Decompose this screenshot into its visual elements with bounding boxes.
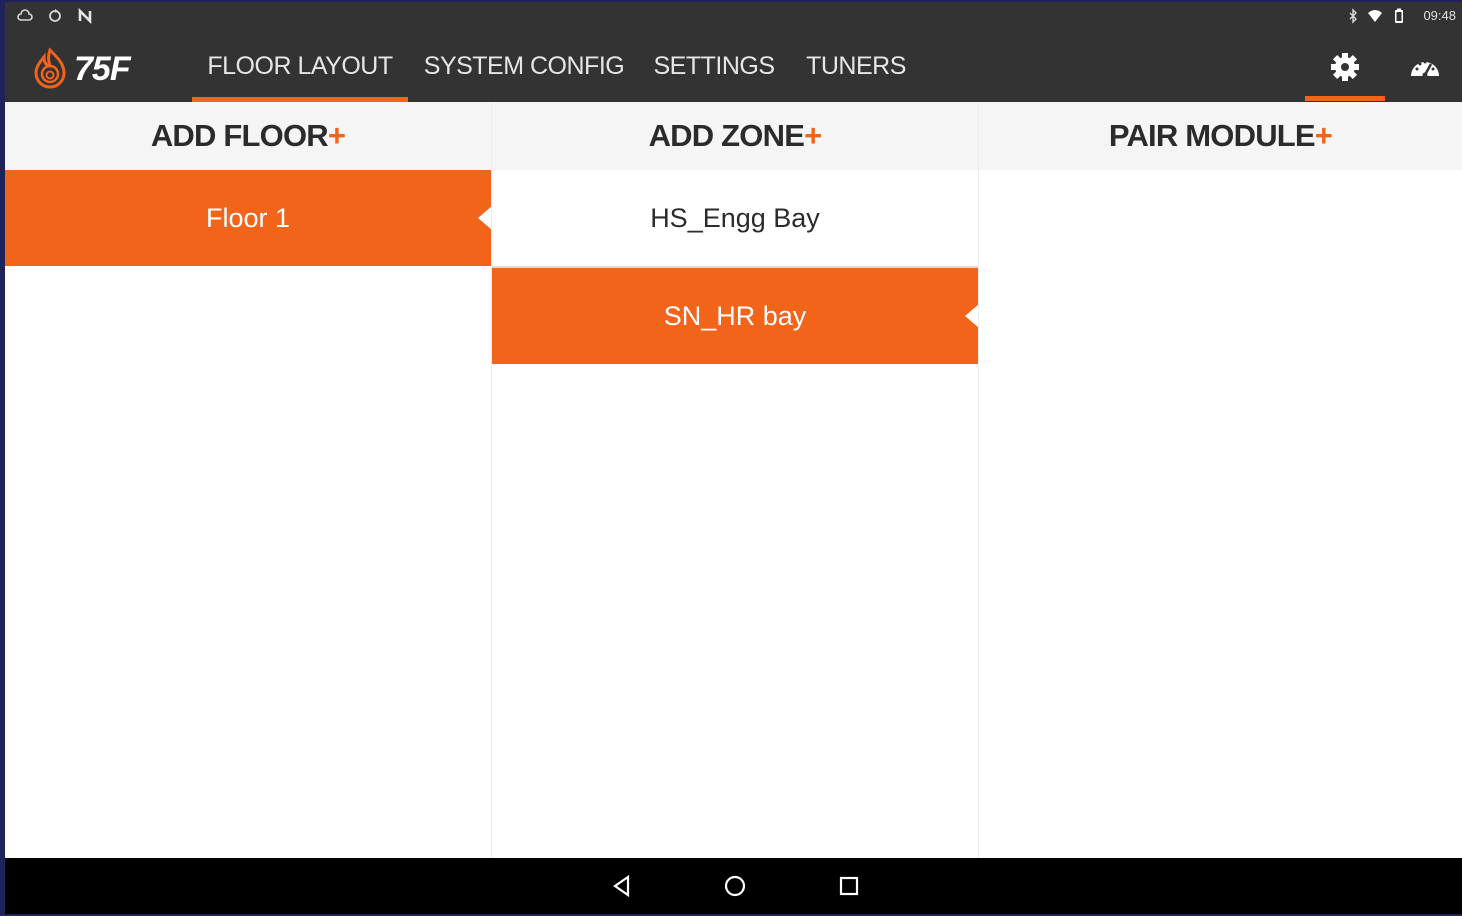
module-column: PAIR MODULE+ <box>979 102 1462 858</box>
plus-icon: + <box>804 118 822 153</box>
logo-text: 75F <box>74 50 131 88</box>
tab-tuners[interactable]: TUNERS <box>800 30 912 102</box>
settings-active-indicator <box>1305 96 1385 101</box>
status-bar: 09:48 <box>5 2 1462 30</box>
zone-column: ADD ZONE+ HS_Engg Bay SN_HR bay <box>492 102 979 858</box>
wifi-icon <box>1368 10 1382 22</box>
gear-icon[interactable] <box>1328 50 1362 84</box>
pair-module-label: PAIR MODULE <box>1108 118 1316 153</box>
zone-list-item[interactable]: HS_Engg Bay <box>492 170 978 268</box>
flame-icon <box>34 47 66 89</box>
cloud-icon <box>17 9 33 21</box>
sync-icon <box>49 9 61 22</box>
add-zone-button[interactable]: ADD ZONE+ <box>492 102 978 170</box>
add-floor-button[interactable]: ADD FLOOR+ <box>5 102 491 170</box>
back-icon[interactable] <box>608 872 636 900</box>
tab-settings[interactable]: SETTINGS <box>649 30 779 102</box>
plus-icon: + <box>1314 118 1333 153</box>
recents-icon[interactable] <box>835 872 863 900</box>
app-window: 09:48 75F FLOOR LAYOUT SYSTEM CONFIG SET… <box>5 2 1462 914</box>
status-time: 09:48 <box>1423 8 1456 23</box>
dashboard-icon[interactable] <box>1408 50 1442 84</box>
pair-module-button[interactable]: PAIR MODULE+ <box>979 102 1462 170</box>
tab-system-config[interactable]: SYSTEM CONFIG <box>419 30 629 102</box>
home-icon[interactable] <box>721 872 749 900</box>
app-logo: 75F <box>30 46 150 90</box>
battery-icon <box>1395 8 1403 23</box>
add-floor-label: ADD FLOOR <box>150 118 329 153</box>
zone-list-item[interactable]: SN_HR bay <box>492 268 979 364</box>
add-zone-label: ADD ZONE <box>648 118 805 153</box>
app-bar: 75F FLOOR LAYOUT SYSTEM CONFIG SETTINGS … <box>5 30 1462 102</box>
plus-icon: + <box>327 118 346 153</box>
floor-list-item[interactable]: Floor 1 <box>5 170 492 266</box>
floor-column: ADD FLOOR+ Floor 1 <box>5 102 492 858</box>
tab-floor-layout[interactable]: FLOOR LAYOUT <box>192 30 408 102</box>
nfc-icon <box>78 8 92 24</box>
bluetooth-icon <box>1349 8 1357 24</box>
navigation-bar <box>5 858 1462 914</box>
